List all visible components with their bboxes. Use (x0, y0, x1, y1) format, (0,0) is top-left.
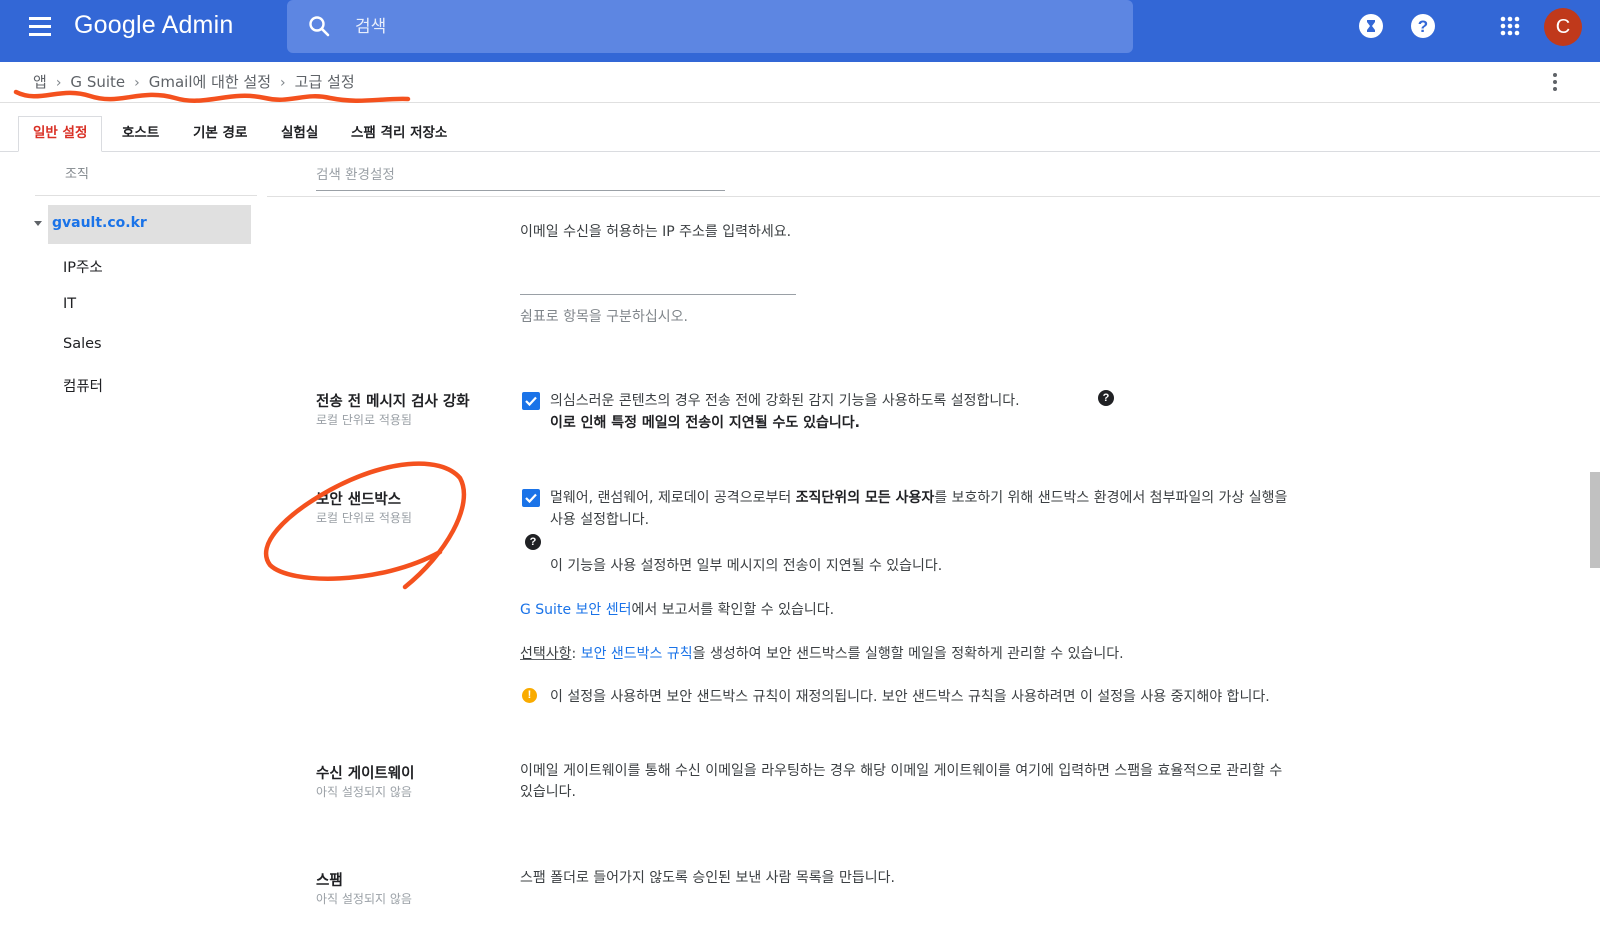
org-unit-computer[interactable]: 컴퓨터 (63, 375, 103, 396)
prescan-title: 전송 전 메시지 검사 강화 (316, 394, 470, 410)
caret-down-icon[interactable] (34, 221, 42, 226)
tab-labs[interactable]: 실험실 (281, 117, 318, 150)
sandbox-rules-link[interactable]: 보안 샌드박스 규칙 (581, 646, 693, 662)
sandbox-text-line2: 사용 설정합니다. (550, 512, 650, 528)
account-avatar[interactable]: C (1544, 8, 1582, 46)
warning-icon: ! (522, 688, 537, 703)
chevron-right-icon: › (134, 75, 140, 91)
tab-quarantine[interactable]: 스팸 격리 저장소 (351, 117, 447, 150)
search-icon (309, 16, 330, 37)
help-icon[interactable]: ? (1098, 390, 1114, 406)
org-unit-sales[interactable]: Sales (63, 336, 102, 352)
prescan-scope: 로컬 단위로 적용됨 (316, 413, 412, 427)
security-center-link[interactable]: G Suite 보안 센터 (520, 602, 631, 618)
help-icon[interactable]: ? (1409, 12, 1437, 40)
top-app-bar: Google Admin ? C (0, 0, 1600, 62)
spam-title[interactable]: 스팸 (316, 869, 343, 890)
help-icon[interactable]: ? (525, 534, 541, 550)
search-input[interactable] (353, 13, 1097, 41)
scrollbar-thumb[interactable] (1590, 472, 1600, 568)
breadcrumb: 앱 › G Suite › Gmail에 대한 설정 › 고급 설정 (33, 71, 355, 92)
tab-hosts[interactable]: 호스트 (122, 117, 159, 150)
prescan-text: 의심스러운 콘텐츠의 경우 전송 전에 강화된 감지 기능을 사용하도록 설정합… (550, 393, 1020, 409)
prescan-checkbox[interactable] (522, 392, 540, 410)
main-menu-icon[interactable] (29, 17, 55, 39)
spam-text: 스팸 폴더로 들어가지 않도록 승인된 보낸 사람 목록을 만듭니다. (520, 870, 895, 886)
sandbox-report-line: G Suite 보안 센터에서 보고서를 확인할 수 있습니다. (520, 602, 835, 618)
tab-default-routing[interactable]: 기본 경로 (193, 117, 247, 150)
chevron-right-icon: › (280, 75, 286, 91)
tab-general-settings[interactable]: 일반 설정 (18, 116, 103, 152)
apps-grid-icon[interactable] (1496, 12, 1524, 40)
settings-filter-input[interactable] (316, 160, 725, 191)
search-box[interactable] (287, 0, 1133, 53)
divider (267, 196, 1600, 197)
settings-tabs: 일반 설정 호스트 기본 경로 실험실 스팸 격리 저장소 (0, 103, 1600, 152)
more-options-icon[interactable] (1551, 73, 1559, 93)
org-unit-it[interactable]: IT (63, 296, 76, 312)
gateway-title[interactable]: 수신 게이트웨이 (316, 762, 414, 783)
org-unit-root[interactable]: gvault.co.kr (48, 205, 251, 244)
sandbox-warning-text: 이 설정을 사용하면 보안 샌드박스 규칙이 재정의됩니다. 보안 샌드박스 규… (550, 689, 1270, 705)
org-unit-root-label: gvault.co.kr (52, 215, 147, 231)
sandbox-text: 멀웨어, 랜섬웨어, 제로데이 공격으로부터 조직단위의 모든 사용자를 보호하… (550, 490, 1288, 506)
breadcrumb-bar: 앱 › G Suite › Gmail에 대한 설정 › 고급 설정 (0, 62, 1600, 103)
sandbox-delay-note: 이 기능을 사용 설정하면 일부 메시지의 전송이 지연될 수 있습니다. (550, 558, 943, 574)
sandbox-title: 보안 샌드박스 (316, 492, 402, 508)
org-unit-ip[interactable]: IP주소 (63, 256, 103, 277)
hourglass-icon[interactable] (1357, 12, 1385, 40)
app-logo[interactable]: Google Admin (74, 11, 233, 40)
gateway-text: 이메일 게이트웨이를 통해 수신 이메일을 라우팅하는 경우 해당 이메일 게이… (520, 763, 1283, 779)
gateway-text-line2: 있습니다. (520, 784, 576, 800)
prescan-warning-text: 이로 인해 특정 메일의 전송이 지연될 수도 있습니다. (550, 415, 860, 431)
sandbox-scope: 로컬 단위로 적용됨 (316, 511, 412, 525)
sandbox-checkbox[interactable] (522, 489, 540, 507)
ip-hint: 쉼표로 항목을 구분하십시오. (520, 309, 688, 325)
ip-address-input[interactable] (520, 264, 796, 295)
ip-description: 이메일 수신을 허용하는 IP 주소를 입력하세요. (520, 224, 792, 240)
chevron-right-icon: › (55, 75, 62, 91)
divider (35, 195, 257, 196)
breadcrumb-apps[interactable]: 앱 (33, 73, 47, 91)
svg-text:?: ? (1418, 17, 1428, 36)
gateway-status: 아직 설정되지 않음 (316, 785, 412, 799)
optional-label: 선택사항 (520, 646, 572, 662)
org-heading: 조직 (65, 167, 89, 182)
spam-status: 아직 설정되지 않음 (316, 892, 412, 906)
breadcrumb-gsuite[interactable]: G Suite (70, 73, 125, 91)
breadcrumb-advanced-settings: 고급 설정 (294, 73, 355, 91)
sandbox-rules-line: 선택사항: 보안 샌드박스 규칙을 생성하여 보안 샌드박스를 실행할 메일을 … (520, 646, 1124, 662)
breadcrumb-gmail-settings[interactable]: Gmail에 대한 설정 (149, 73, 271, 91)
